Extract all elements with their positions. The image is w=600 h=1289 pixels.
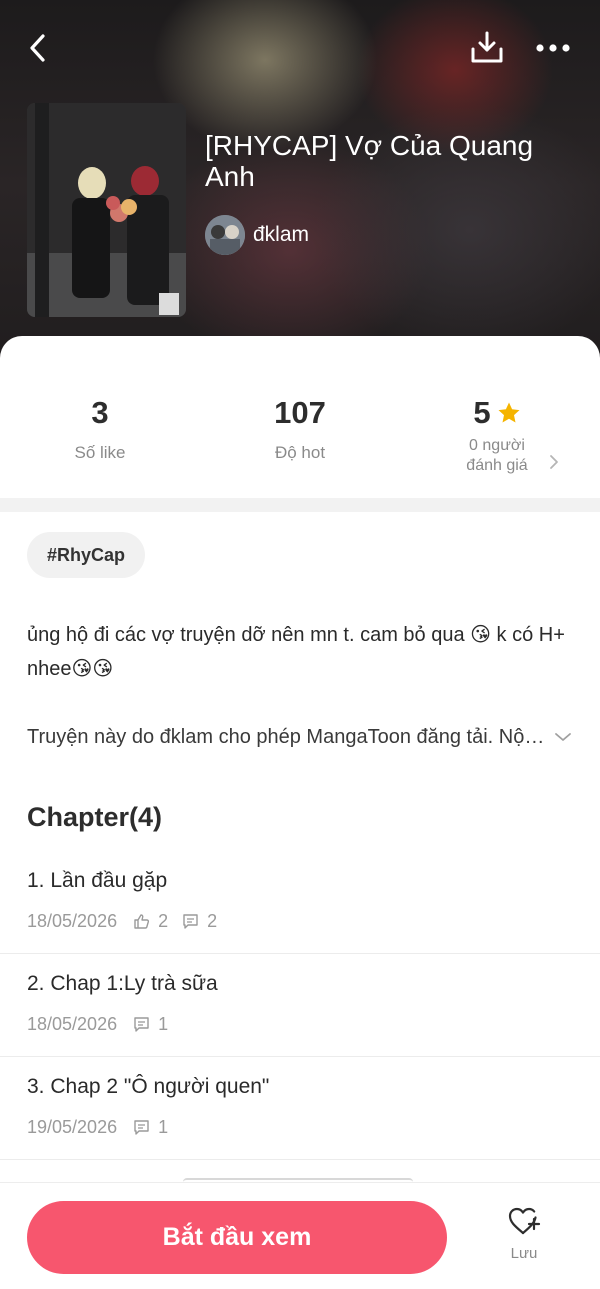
- hot-count: 107: [274, 395, 326, 430]
- rating-value: 5: [473, 395, 491, 430]
- chapter-title: 3. Chap 2 "Ô người quen": [27, 1075, 270, 1098]
- more-icon: [536, 44, 570, 52]
- chapter-heading: Chapter(4): [27, 802, 163, 832]
- chapter-comments: 1: [133, 1014, 168, 1035]
- section-divider: [0, 498, 600, 512]
- cover-illustration: [27, 103, 186, 317]
- avatar: [205, 215, 245, 255]
- notice-text: Truyện này do đklam cho phép MangaToon đ…: [27, 725, 547, 748]
- chapter-list: 1. Lần đầu gặp 18/05/2026 2 2 2. Chap 1:…: [0, 851, 600, 1160]
- stat-hot: 107 Độ hot: [200, 394, 400, 463]
- description: ủng hộ đi các vợ truyện dỡ nên mn t. cam…: [27, 624, 565, 680]
- stats-row: 3 Số like 107 Độ hot 5 0 người đánh giá: [0, 336, 600, 496]
- hot-label: Độ hot: [274, 443, 326, 462]
- tag-chip[interactable]: #RhyCap: [27, 532, 146, 578]
- chapter-likes: 2: [133, 911, 168, 932]
- bottom-action-bar: Bắt đầu xem Lưu: [0, 1182, 600, 1289]
- chapter-title: 1. Lần đầu gặp: [27, 869, 168, 892]
- author-name: đklam: [253, 223, 310, 246]
- download-button[interactable]: [466, 26, 508, 68]
- novel-title: [RHYCAP] Vợ Của Quang Anh: [205, 130, 534, 192]
- chapter-meta: 19/05/2026 1: [27, 1117, 182, 1138]
- star-icon: [498, 402, 520, 423]
- thumbs-up-icon: [134, 914, 150, 929]
- comment-icon: [134, 1120, 149, 1135]
- stat-likes: 3 Số like: [0, 394, 200, 463]
- chevron-right-icon: [550, 455, 558, 469]
- chapter-item[interactable]: 1. Lần đầu gặp 18/05/2026 2 2: [0, 851, 600, 954]
- rating-value-row: 5: [397, 394, 597, 432]
- header-backdrop: [RHYCAP] Vợ Của Quang Anh đklam: [0, 0, 600, 370]
- heart-plus-icon: [508, 1207, 541, 1235]
- copyright-notice[interactable]: Truyện này do đklam cho phép MangaToon đ…: [27, 719, 577, 755]
- chapter-title: 2. Chap 1:Ly trà sữa: [27, 972, 218, 995]
- more-button[interactable]: [530, 28, 576, 68]
- chapter-comment-count: 2: [207, 911, 218, 931]
- chapter-item[interactable]: 2. Chap 1:Ly trà sữa 18/05/2026 1: [0, 954, 600, 1057]
- chapter-like-count: 2: [158, 911, 169, 931]
- chapter-comments: 2: [182, 911, 217, 932]
- chapter-date: 19/05/2026: [27, 1117, 118, 1137]
- save-button[interactable]: Lưu: [494, 1205, 554, 1275]
- back-button[interactable]: [18, 28, 58, 68]
- content-sheet: 3 Số like 107 Độ hot 5 0 người đánh giá: [0, 336, 600, 1289]
- stat-rating[interactable]: 5 0 người đánh giá: [397, 394, 597, 476]
- likes-label: Số like: [74, 443, 126, 462]
- save-label: Lưu: [510, 1245, 538, 1262]
- novel-detail-page: [RHYCAP] Vợ Của Quang Anh đklam 3 Số lik…: [0, 0, 600, 1289]
- chevron-down-icon: [555, 733, 571, 741]
- top-bar: [0, 0, 600, 95]
- download-icon: [471, 31, 503, 63]
- chapter-meta: 18/05/2026 2 2: [27, 911, 231, 932]
- back-arrow-icon: [30, 34, 45, 62]
- cover-image: [27, 103, 186, 317]
- author-link[interactable]: đklam: [205, 214, 309, 256]
- chapter-comment-count: 1: [158, 1117, 169, 1137]
- chapter-date: 18/05/2026: [27, 1014, 118, 1034]
- chapter-meta: 18/05/2026 1: [27, 1014, 182, 1035]
- comment-icon: [134, 1017, 149, 1032]
- chapter-item[interactable]: 3. Chap 2 "Ô người quen" 19/05/2026 1: [0, 1057, 600, 1160]
- chapter-comments: 1: [133, 1117, 168, 1138]
- start-reading-button[interactable]: Bắt đầu xem: [27, 1201, 447, 1274]
- chapter-comment-count: 1: [158, 1014, 169, 1034]
- chapter-date: 18/05/2026: [27, 911, 118, 931]
- comment-icon: [183, 914, 198, 929]
- likes-count: 3: [91, 395, 109, 430]
- rating-label: 0 người đánh giá: [466, 437, 528, 474]
- avatar-image: [205, 215, 245, 255]
